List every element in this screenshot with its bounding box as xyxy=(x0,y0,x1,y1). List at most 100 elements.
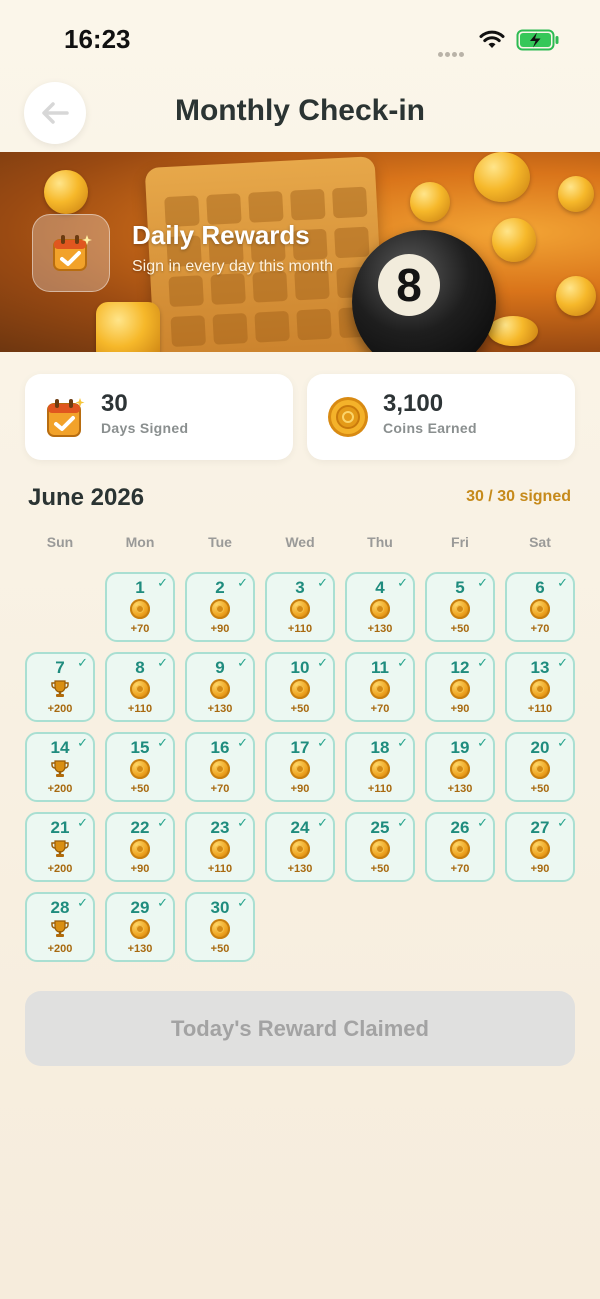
reward-amount: +70 xyxy=(210,783,230,795)
coin-icon xyxy=(130,599,150,619)
day-cell[interactable]: 16 ✓ +70 xyxy=(185,732,255,802)
calendar-check-icon xyxy=(47,398,85,437)
calendar-check-icon xyxy=(53,235,92,271)
coin-icon xyxy=(450,759,470,779)
coin-icon xyxy=(130,759,150,779)
coin-icon xyxy=(328,397,368,437)
coins-earned-card: 3,100 Coins Earned xyxy=(307,374,575,460)
trophy-icon xyxy=(50,759,70,779)
day-cell[interactable]: 19 ✓ +130 xyxy=(425,732,495,802)
check-icon: ✓ xyxy=(557,815,568,830)
reward-amount: +110 xyxy=(527,703,553,715)
day-cell[interactable]: 5 ✓ +50 xyxy=(425,572,495,642)
coin-icon xyxy=(474,152,530,202)
check-icon: ✓ xyxy=(157,895,168,910)
day-cell[interactable]: 4 ✓ +130 xyxy=(345,572,415,642)
check-icon: ✓ xyxy=(317,655,328,670)
reward-amount: +130 xyxy=(367,623,393,635)
reward-amount: +90 xyxy=(530,863,550,875)
banner-title: Daily Rewards xyxy=(132,220,310,250)
day-cell[interactable]: 25 ✓ +50 xyxy=(345,812,415,882)
reward-amount: +90 xyxy=(210,623,230,635)
wifi-icon xyxy=(479,30,505,48)
coin-icon xyxy=(370,759,390,779)
day-cell[interactable]: 2 ✓ +90 xyxy=(185,572,255,642)
coin-icon xyxy=(530,599,550,619)
coin-icon xyxy=(290,679,310,699)
day-cell[interactable]: 3 ✓ +110 xyxy=(265,572,335,642)
stat-label: Coins Earned xyxy=(383,420,477,436)
weekday-label: Mon xyxy=(125,534,155,550)
reward-amount: +50 xyxy=(450,623,470,635)
day-cell[interactable]: 13 ✓ +110 xyxy=(505,652,575,722)
coin-icon xyxy=(370,599,390,619)
coin-icon xyxy=(530,759,550,779)
day-cell[interactable]: 23 ✓ +110 xyxy=(185,812,255,882)
stat-value: 3,100 xyxy=(383,390,444,417)
days-signed-card: 30 Days Signed xyxy=(25,374,293,460)
check-icon: ✓ xyxy=(157,655,168,670)
day-cell[interactable]: 22 ✓ +90 xyxy=(105,812,175,882)
day-cell[interactable]: 7 ✓ +200 xyxy=(25,652,95,722)
coin-icon xyxy=(130,919,150,939)
reward-amount: +70 xyxy=(530,623,550,635)
claim-reward-button[interactable]: Today's Reward Claimed xyxy=(25,991,575,1066)
reward-amount: +50 xyxy=(290,703,310,715)
coin-icon xyxy=(130,679,150,699)
reward-amount: +200 xyxy=(47,783,73,795)
day-cell[interactable]: 29 ✓ +130 xyxy=(105,892,175,962)
reward-amount: +200 xyxy=(47,943,73,955)
day-cell[interactable]: 14 ✓ +200 xyxy=(25,732,95,802)
reward-amount: +50 xyxy=(130,783,150,795)
day-cell[interactable]: 1 ✓ +70 xyxy=(105,572,175,642)
day-cell[interactable]: 6 ✓ +70 xyxy=(505,572,575,642)
day-cell[interactable]: 11 ✓ +70 xyxy=(345,652,415,722)
reward-amount: +110 xyxy=(127,703,153,715)
ball-number: 8 xyxy=(378,254,440,316)
coin-icon xyxy=(556,276,596,316)
check-icon: ✓ xyxy=(77,815,88,830)
reward-amount: +130 xyxy=(287,863,313,875)
month-progress: 30 / 30 signed xyxy=(466,488,571,505)
check-icon: ✓ xyxy=(317,815,328,830)
day-cell[interactable]: 24 ✓ +130 xyxy=(265,812,335,882)
coin-icon xyxy=(290,839,310,859)
reward-amount: +90 xyxy=(130,863,150,875)
day-cell[interactable]: 30 ✓ +50 xyxy=(185,892,255,962)
trophy-icon xyxy=(50,839,70,859)
reward-amount: +90 xyxy=(290,783,310,795)
weekday-label: Sat xyxy=(529,534,551,550)
day-cell[interactable]: 12 ✓ +90 xyxy=(425,652,495,722)
status-time: 16:23 xyxy=(64,24,131,54)
check-icon: ✓ xyxy=(557,655,568,670)
day-cell[interactable]: 8 ✓ +110 xyxy=(105,652,175,722)
reward-amount: +130 xyxy=(207,703,233,715)
coin-icon xyxy=(210,919,230,939)
check-icon: ✓ xyxy=(397,815,408,830)
coin-icon xyxy=(492,218,536,262)
banner-subtitle: Sign in every day this month xyxy=(132,258,333,275)
check-icon: ✓ xyxy=(557,575,568,590)
day-cell[interactable]: 28 ✓ +200 xyxy=(25,892,95,962)
day-cell[interactable]: 21 ✓ +200 xyxy=(25,812,95,882)
coin-icon xyxy=(130,839,150,859)
day-cell[interactable]: 26 ✓ +70 xyxy=(425,812,495,882)
coin-icon xyxy=(450,599,470,619)
reward-amount: +110 xyxy=(367,783,393,795)
day-cell[interactable]: 10 ✓ +50 xyxy=(265,652,335,722)
reward-amount: +70 xyxy=(130,623,150,635)
coin-icon xyxy=(210,839,230,859)
coin-icon xyxy=(488,316,538,346)
day-cell[interactable]: 9 ✓ +130 xyxy=(185,652,255,722)
trophy-icon xyxy=(50,919,70,939)
day-cell[interactable]: 27 ✓ +90 xyxy=(505,812,575,882)
day-cell[interactable]: 20 ✓ +50 xyxy=(505,732,575,802)
check-icon: ✓ xyxy=(557,735,568,750)
check-icon: ✓ xyxy=(77,655,88,670)
day-cell[interactable]: 17 ✓ +90 xyxy=(265,732,335,802)
day-cell[interactable]: 18 ✓ +110 xyxy=(345,732,415,802)
day-cell[interactable]: 15 ✓ +50 xyxy=(105,732,175,802)
battery-charging-icon xyxy=(516,29,559,51)
reward-amount: +130 xyxy=(447,783,473,795)
check-icon: ✓ xyxy=(477,575,488,590)
